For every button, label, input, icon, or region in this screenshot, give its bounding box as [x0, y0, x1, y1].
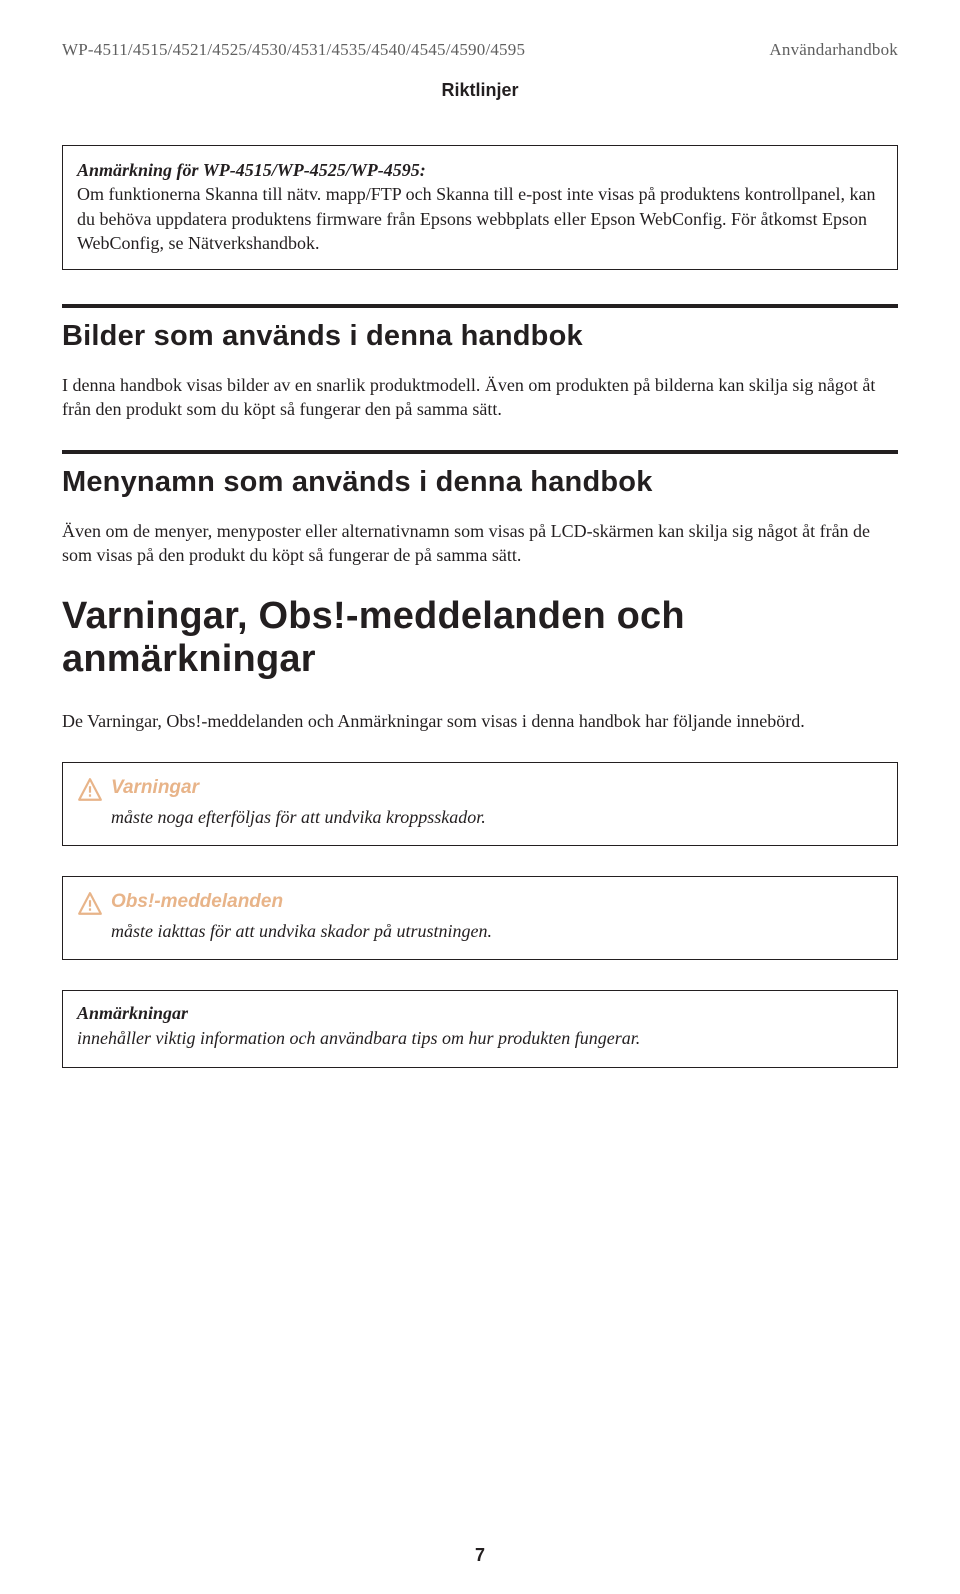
- rule-divider: [62, 304, 898, 308]
- intro-note-box: Anmärkning för WP-4515/WP-4525/WP-4595: …: [62, 145, 898, 270]
- warning-lead-obs: Obs!-meddelanden: [111, 889, 283, 916]
- section1-heading: Bilder som används i denna handbok: [62, 320, 898, 353]
- intro-note-lead-strong: Anmärkning för WP-4515/WP-4525/WP-4595:: [77, 160, 426, 180]
- warning-box-obs: Obs!-meddelanden måste iakttas för att u…: [62, 876, 898, 960]
- header-models: WP-4511/4515/4521/4525/4530/4531/4535/45…: [62, 40, 769, 60]
- warnings-heading: Varningar, Obs!-meddelanden och anmärkni…: [62, 595, 898, 681]
- warning-lead-varningar: Varningar: [111, 775, 199, 802]
- intro-note-lead: Anmärkning för WP-4515/WP-4525/WP-4595:: [77, 158, 883, 182]
- section2-body: Även om de menyer, menyposter eller alte…: [62, 519, 898, 568]
- section1-body: I denna handbok visas bilder av en snarl…: [62, 373, 898, 422]
- warning-icon: [77, 891, 103, 917]
- warning-box-anmarkningar: Anmärkningar innehåller viktig informati…: [62, 990, 898, 1067]
- header-section: Riktlinjer: [62, 80, 898, 101]
- page-number: 7: [0, 1545, 960, 1566]
- warning-box-varningar: Varningar måste noga efterföljas för att…: [62, 762, 898, 846]
- warning-text-varningar: måste noga efterföljas för att undvika k…: [77, 805, 883, 829]
- running-header: WP-4511/4515/4521/4525/4530/4531/4535/45…: [62, 40, 898, 60]
- intro-note-body: Om funktionerna Skanna till nätv. mapp/F…: [77, 182, 883, 255]
- warning-text-anmarkningar: innehåller viktig information och använd…: [77, 1026, 883, 1050]
- section2-heading: Menynamn som används i denna handbok: [62, 466, 898, 499]
- document-page: WP-4511/4515/4521/4525/4530/4531/4535/45…: [0, 0, 960, 1068]
- warning-lead-anmarkningar: Anmärkningar: [77, 1003, 883, 1024]
- warnings-intro: De Varningar, Obs!-meddelanden och Anmär…: [62, 709, 898, 733]
- warning-text-obs: måste iakttas för att undvika skador på …: [77, 919, 883, 943]
- warning-icon: [77, 777, 103, 803]
- warning-lead-row: Varningar: [77, 775, 883, 803]
- header-doctype: Användarhandbok: [769, 40, 898, 60]
- warning-lead-row: Obs!-meddelanden: [77, 889, 883, 917]
- rule-divider: [62, 450, 898, 454]
